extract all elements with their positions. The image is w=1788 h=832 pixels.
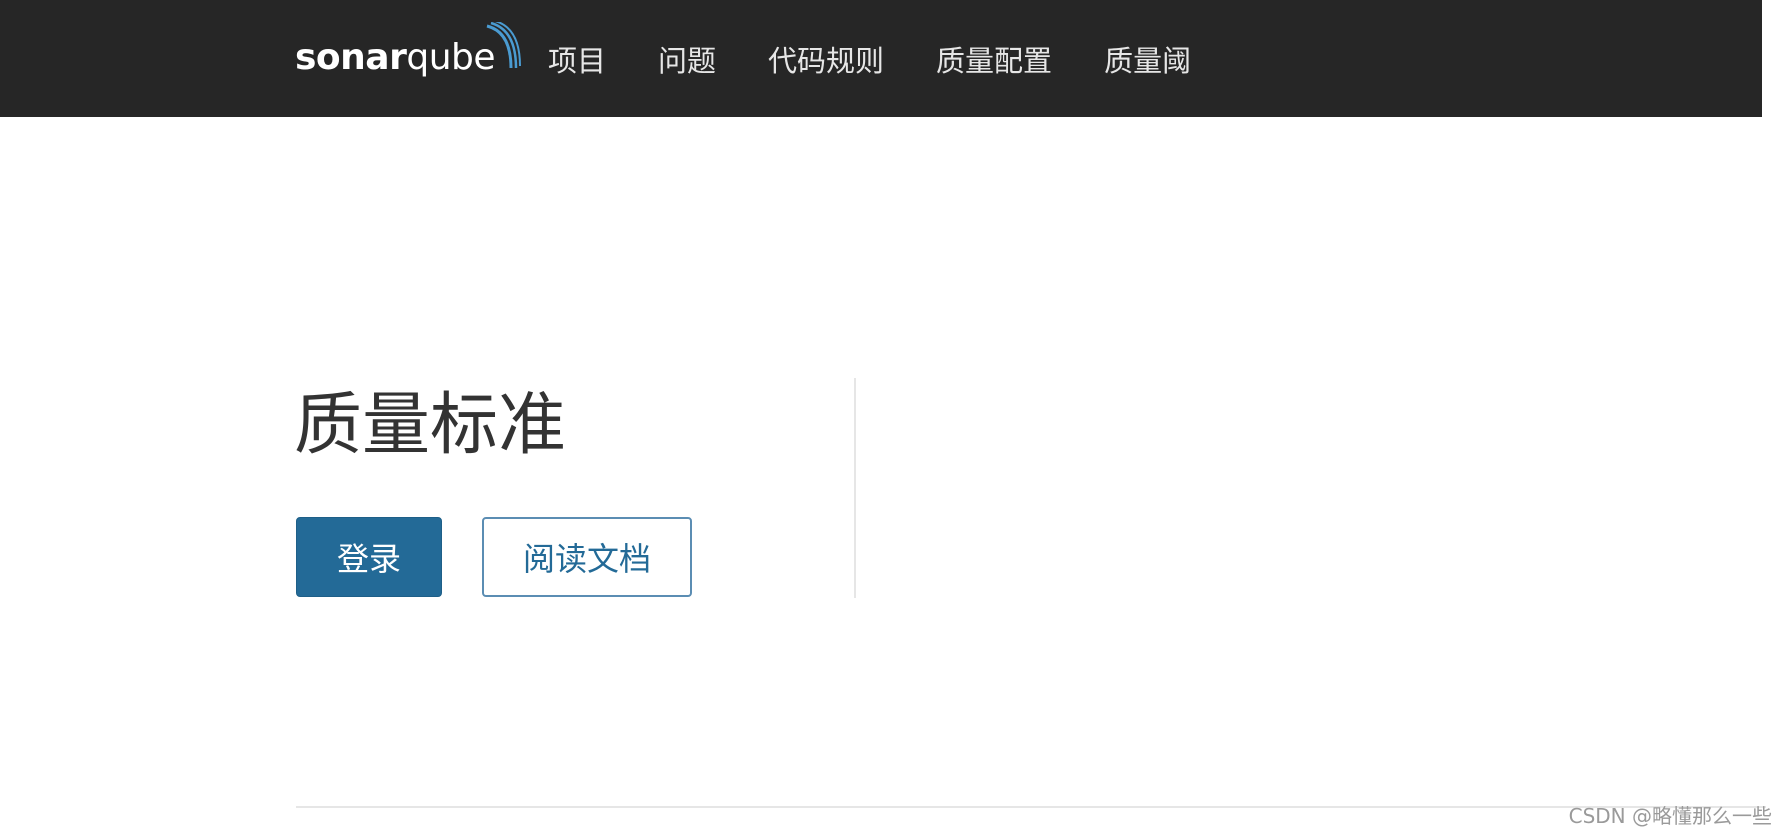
logo-text: sonarqube [295,37,496,82]
vertical-divider [854,378,856,598]
logo-text-part1: sonar [295,37,407,78]
nav-item-projects[interactable]: 项目 [548,38,606,80]
logo-text-part2: qube [406,37,496,78]
page-title: 质量标准 [294,386,567,465]
nav-item-issues[interactable]: 问题 [658,38,716,80]
nav-item-quality-gates[interactable]: 质量阈 [1104,38,1191,80]
nav-item-quality-profiles[interactable]: 质量配置 [936,38,1052,80]
csdn-watermark: CSDN @略懂那么一些 [1568,804,1772,828]
horizontal-divider [296,806,1766,808]
sonarqube-logo[interactable]: sonarqube [295,22,521,82]
read-docs-button[interactable]: 阅读文档 [482,517,692,597]
main-nav: 项目 问题 代码规则 质量配置 质量阈 [548,0,1191,117]
sonar-waves-icon [486,22,521,69]
top-navbar: sonarqube 项目 问题 代码规则 质量配置 质量阈 [0,0,1762,117]
login-button[interactable]: 登录 [296,517,442,597]
nav-item-rules[interactable]: 代码规则 [768,38,884,80]
